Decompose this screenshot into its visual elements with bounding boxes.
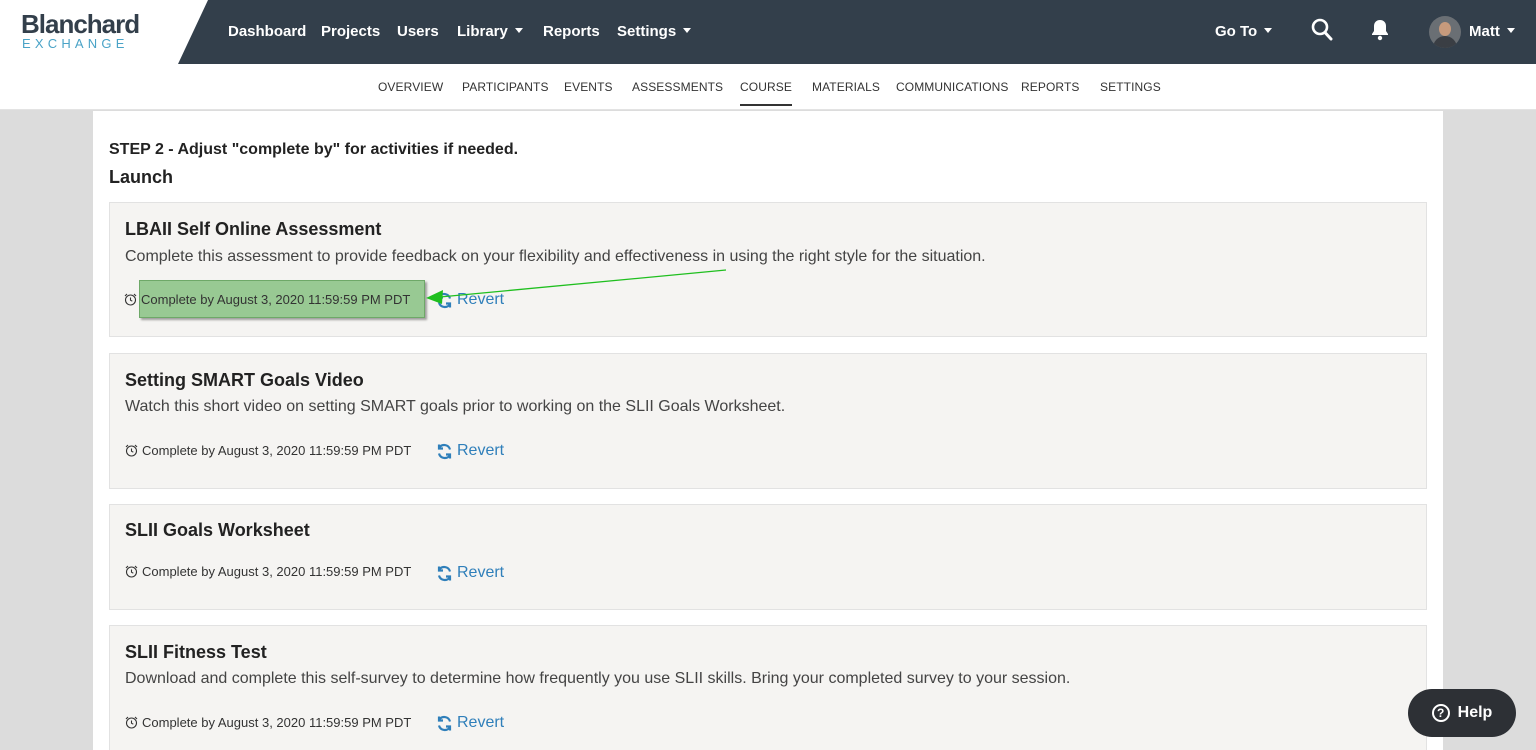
annotation-arrow <box>426 269 727 304</box>
help-label: Help <box>1457 704 1493 721</box>
question-icon: ? <box>1431 704 1450 722</box>
help-button[interactable]: ? Help <box>1408 689 1516 737</box>
